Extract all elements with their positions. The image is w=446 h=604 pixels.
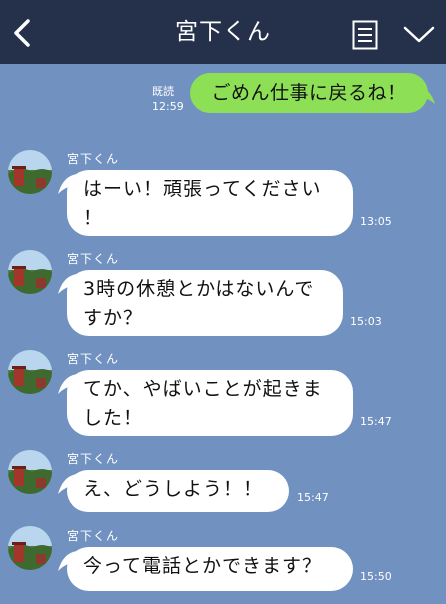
message-line: え、どうしよう！！ [83,478,264,500]
chat-header: 宮下くん [0,0,446,64]
sent-message-meta: 既読 12:59 [152,84,188,114]
message-time: 15:50 [360,570,392,583]
read-receipt: 既読 [152,85,174,98]
avatar-image [8,450,52,494]
avatar-image [8,150,52,194]
sender-name: 宮下くん [67,252,120,266]
avatar[interactable] [8,150,52,194]
message-time: 15:03 [350,315,382,328]
message-line: すか？ [83,307,144,329]
avatar[interactable] [8,250,52,294]
received-message-bubble[interactable]: 3時の休憩とかはないんで すか？ [67,270,343,336]
notes-icon[interactable] [352,20,378,50]
sender-name: 宮下くん [67,352,120,366]
message-line: 今って電話とかできます？ [83,555,323,577]
avatar[interactable] [8,526,52,570]
message-line: はーい！頑張ってください [83,178,322,200]
message-line: てか、やばいことが起きま [83,378,323,400]
received-message-bubble[interactable]: え、どうしよう！！ [67,470,289,512]
sender-name: 宮下くん [67,529,120,543]
message-time: 13:05 [360,215,392,228]
message-line: ！ [83,207,104,229]
sent-time: 12:59 [152,100,184,113]
chat-title: 宮下くん [175,19,271,45]
received-message-bubble[interactable]: 今って電話とかできます？ [67,547,353,591]
avatar[interactable] [8,450,52,494]
sender-name: 宮下くん [67,152,120,166]
sent-message-bubble[interactable]: ごめん仕事に戻るね！ [190,73,428,113]
message-line: した！ [83,407,144,429]
chevron-down-icon[interactable] [402,22,436,46]
sender-name: 宮下くん [67,452,120,466]
avatar-image [8,350,52,394]
message-time: 15:47 [360,415,392,428]
message-time: 15:47 [297,491,329,504]
received-message-bubble[interactable]: てか、やばいことが起きま した！ [67,370,353,436]
received-message-bubble[interactable]: はーい！頑張ってください ！ [67,170,353,236]
avatar-image [8,526,52,570]
avatar-image [8,250,52,294]
avatar[interactable] [8,350,52,394]
back-chevron-icon[interactable] [10,18,34,48]
message-line: 3時の休憩とかはないんで [83,278,315,300]
